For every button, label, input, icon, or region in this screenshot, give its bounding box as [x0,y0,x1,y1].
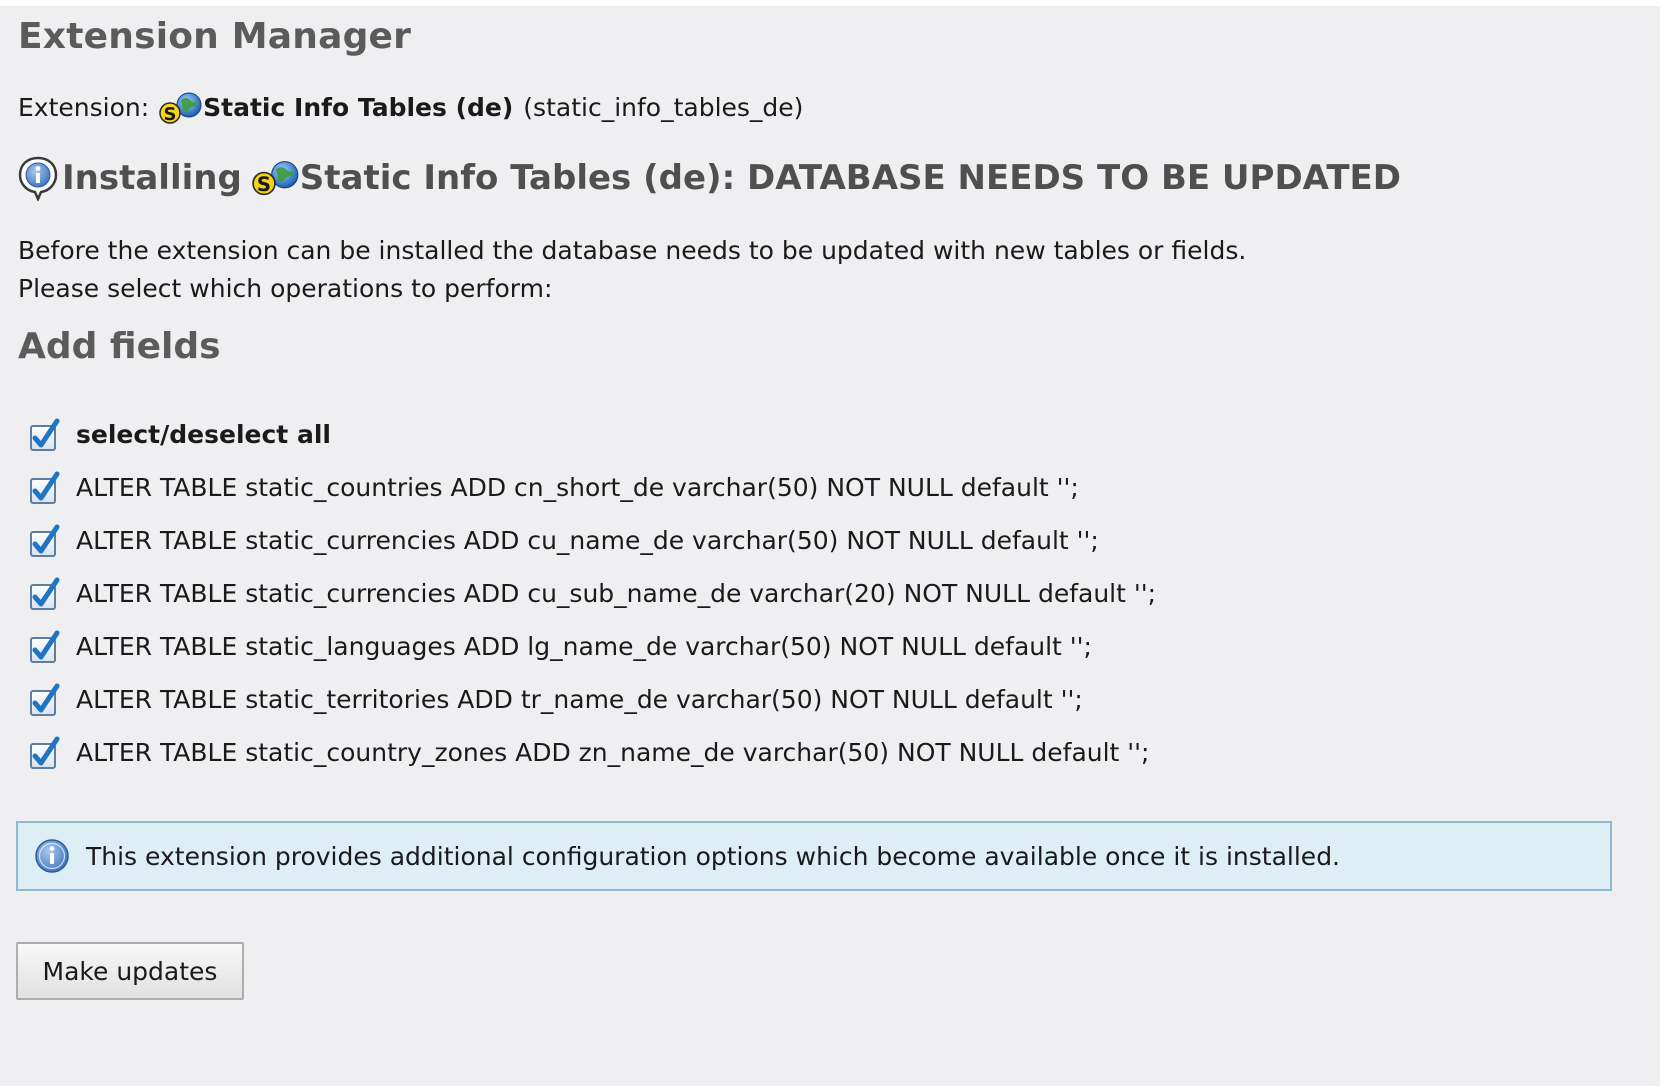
operation-row: ALTER TABLE static_currencies ADD cu_nam… [28,514,1628,567]
operation-sql: ALTER TABLE static_languages ADD lg_name… [76,632,1092,661]
extension-label: Extension: [18,93,150,122]
operation-row: ALTER TABLE static_country_zones ADD zn_… [28,726,1628,779]
select-all-checkbox[interactable] [28,417,62,453]
operation-checkbox[interactable] [28,735,62,771]
info-bubble-icon [18,156,58,201]
install-prefix: Installing [62,158,242,198]
install-extension-name: Static Info Tables (de) [299,158,722,198]
operation-sql: ALTER TABLE static_territories ADD tr_na… [76,685,1083,714]
page-title: Extension Manager [18,16,412,57]
make-updates-button[interactable]: Make updates [16,942,244,1000]
operation-checkbox[interactable] [28,523,62,559]
operation-checkbox[interactable] [28,682,62,718]
install-heading: Installing Static Info Tables (de): DATA… [16,153,1401,203]
operation-row: ALTER TABLE static_territories ADD tr_na… [28,673,1628,726]
operations-list: select/deselect all ALTER TABLE static_c… [28,408,1628,779]
static-info-tables-icon [252,159,300,197]
static-info-tables-icon [159,91,203,125]
operation-sql: ALTER TABLE static_countries ADD cn_shor… [76,473,1079,502]
operation-checkbox[interactable] [28,576,62,612]
operation-sql: ALTER TABLE static_country_zones ADD zn_… [76,738,1150,767]
operation-row: ALTER TABLE static_currencies ADD cu_sub… [28,567,1628,620]
notice-text: This extension provides additional confi… [86,841,1341,871]
extension-manager-panel: Extension Manager Extension: Static Info… [0,6,1660,1086]
add-fields-title: Add fields [18,326,221,367]
page: Extension Manager Extension: Static Info… [0,0,1666,1091]
operation-sql: ALTER TABLE static_currencies ADD cu_nam… [76,526,1099,555]
extension-name: Static Info Tables (de) [203,93,514,122]
select-all-label[interactable]: select/deselect all [76,420,331,449]
info-circle-icon [35,839,69,873]
operation-checkbox[interactable] [28,470,62,506]
operation-row: ALTER TABLE static_languages ADD lg_name… [28,620,1628,673]
select-all-row: select/deselect all [28,408,1628,461]
intro-text: Before the extension can be installed th… [18,232,1246,308]
extension-info-line: Extension: Static Info Tables (de) (stat… [18,90,803,126]
operation-row: ALTER TABLE static_countries ADD cn_shor… [28,461,1628,514]
info-notice: This extension provides additional confi… [16,821,1612,891]
install-status: : DATABASE NEEDS TO BE UPDATED [721,158,1401,198]
extension-key: (static_info_tables_de) [523,93,804,122]
operation-sql: ALTER TABLE static_currencies ADD cu_sub… [76,579,1157,608]
intro-line-2: Please select which operations to perfor… [18,274,553,303]
operation-checkbox[interactable] [28,629,62,665]
intro-line-1: Before the extension can be installed th… [18,236,1247,265]
